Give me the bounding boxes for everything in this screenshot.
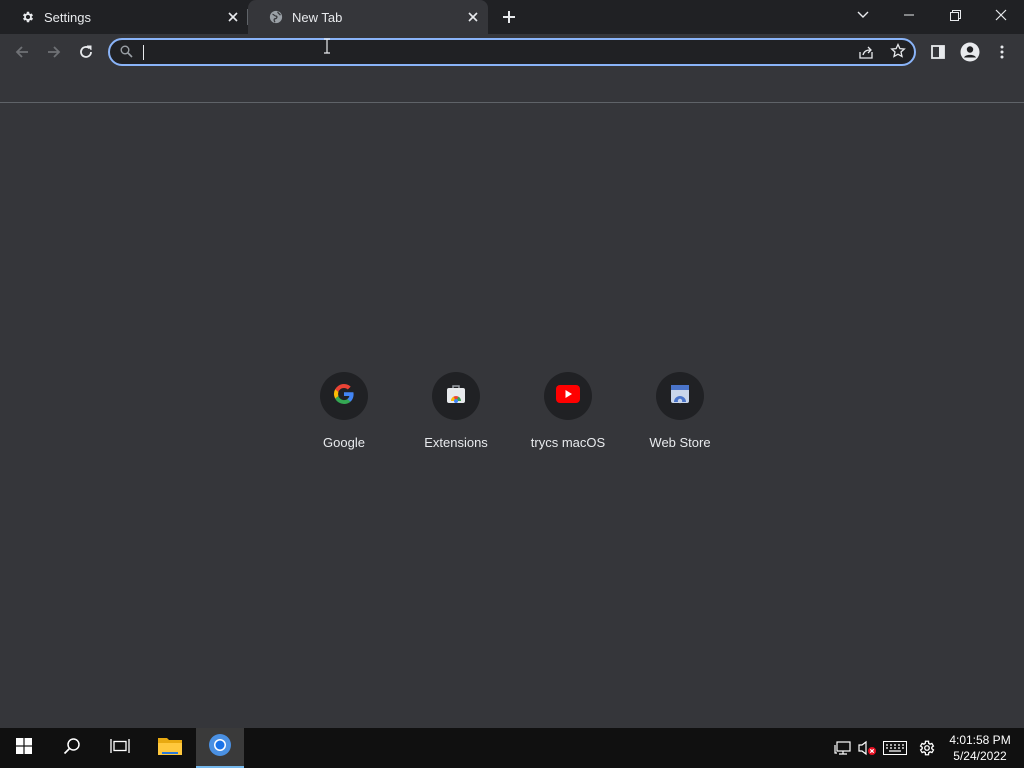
youtube-icon [556,384,580,408]
back-button[interactable] [8,38,36,66]
shortcut-label: trycs macOS [530,435,606,450]
shortcut-label: Web Store [649,435,711,450]
start-button[interactable] [0,728,48,768]
text-cursor-icon [323,38,331,59]
address-bar[interactable] [108,38,916,66]
minimize-button[interactable] [886,0,932,30]
tab-strip: Settings New Tab [0,0,1024,34]
clock-date: 5/24/2022 [953,749,1007,763]
tab-new-tab[interactable]: New Tab [248,0,488,34]
chrome-icon [208,733,232,762]
shortcut-google[interactable]: Google [288,370,400,460]
tab-search-chevron-icon[interactable] [840,0,886,30]
shortcut-web-store[interactable]: Web Store [624,370,736,460]
reload-button[interactable] [72,38,100,66]
search-icon [63,737,81,760]
tab-title: Settings [44,9,91,25]
task-view-icon [110,738,130,759]
shortcut-icon-circle [544,372,592,420]
windows-logo-icon [16,737,32,759]
text-caret [143,45,144,60]
close-icon[interactable] [464,8,482,26]
restore-button[interactable] [932,0,978,30]
web-store-icon [669,383,691,410]
network-icon[interactable] [832,738,854,758]
profile-button[interactable] [956,38,984,66]
bookmark-star-icon[interactable] [890,42,906,64]
keyboard-icon[interactable] [882,738,908,758]
toolbar [0,34,1024,70]
search-icon [120,45,133,63]
task-view-button[interactable] [96,728,144,768]
close-icon[interactable] [224,8,242,26]
side-panel-button[interactable] [924,38,952,66]
tab-title: New Tab [292,9,343,25]
forward-button[interactable] [40,38,68,66]
extensions-icon [445,383,467,410]
taskbar-search-button[interactable] [48,728,96,768]
globe-icon [268,9,284,25]
gear-icon [20,9,36,25]
file-explorer-button[interactable] [146,728,194,768]
shortcut-trycs-macos[interactable]: trycs macOS [512,370,624,460]
taskbar: 4:01:58 PM 5/24/2022 [0,728,1024,768]
address-input[interactable] [142,43,842,61]
shortcut-label: Extensions [424,435,488,450]
system-clock[interactable]: 4:01:58 PM 5/24/2022 [944,732,1016,764]
clock-time: 4:01:58 PM [949,733,1011,747]
google-icon [332,382,356,411]
menu-kebab-icon[interactable] [988,38,1016,66]
new-tab-button[interactable] [498,6,520,28]
volume-muted-icon[interactable] [856,738,878,758]
settings-gear-icon[interactable] [916,738,938,758]
shortcut-label: Google [323,435,365,450]
shortcut-icon-circle [320,372,368,420]
shortcut-icon-circle [432,372,480,420]
shortcut-icon-circle [656,372,704,420]
close-window-button[interactable] [978,0,1024,30]
share-icon[interactable] [858,44,874,65]
folder-icon [157,735,183,762]
chrome-taskbar-button[interactable] [196,728,244,768]
tab-settings[interactable]: Settings [0,0,248,34]
toolbar-divider [0,102,1024,103]
shortcut-extensions[interactable]: Extensions [400,370,512,460]
